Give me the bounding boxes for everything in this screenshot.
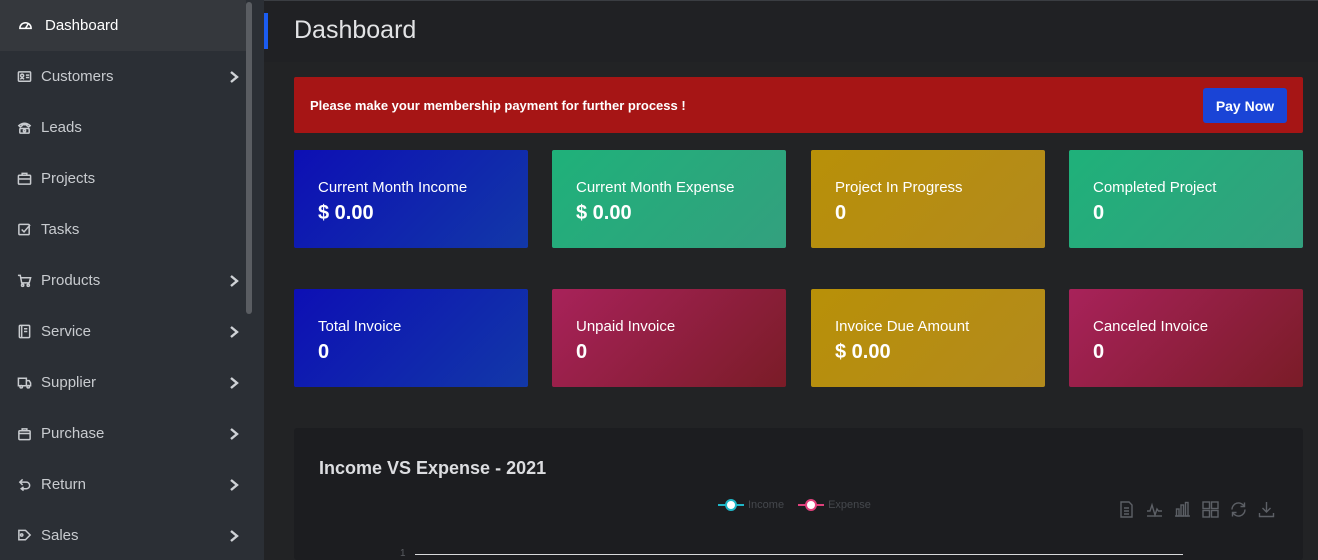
return-icon [16,477,32,493]
stat-value: 0 [576,341,588,363]
sidebar-item-purchase[interactable]: Purchase [0,408,246,459]
sidebar-item-label: Return [41,476,87,493]
stat-label: Canceled Invoice [1093,318,1209,335]
sidebar-item-label: Sales [41,527,79,544]
chevron-right-icon [229,427,239,441]
sidebar-item-label: Tasks [41,221,80,238]
stat-card-current-month-expense[interactable]: Current Month Expense $ 0.00 [552,150,786,248]
stat-card-invoice-due-amount[interactable]: Invoice Due Amount $ 0.00 [811,289,1045,387]
stat-value: $ 0.00 [318,202,374,224]
data-view-icon[interactable] [1117,500,1136,519]
sidebar-item-service[interactable]: Service [0,306,246,357]
bag-icon [16,426,32,442]
sidebar-item-label: Products [41,272,101,289]
page-header: Dashboard [264,0,1318,62]
chevron-right-icon [229,529,239,543]
chevron-right-icon [229,325,239,339]
cart-icon [16,273,32,289]
book-icon [16,324,32,340]
briefcase-icon [16,171,32,187]
checkbox-icon [16,222,32,238]
sidebar-item-products[interactable]: Products [0,255,246,306]
chart-legend: Income Expense [718,498,871,512]
stack-icon[interactable] [1201,500,1220,519]
stat-card-completed-project[interactable]: Completed Project 0 [1069,150,1303,248]
stat-value: 0 [1093,202,1105,224]
stat-value: 0 [1093,341,1105,363]
stat-label: Invoice Due Amount [835,318,970,335]
sidebar-item-projects[interactable]: Projects [0,153,246,204]
sidebar-item-sales[interactable]: Sales [0,510,246,560]
chart-title: Income VS Expense - 2021 [319,458,547,478]
bar-chart-icon[interactable] [1173,500,1192,519]
pay-now-button[interactable]: Pay Now [1203,88,1287,123]
sidebar-item-dashboard[interactable]: Dashboard [0,0,246,51]
sidebar-item-label: Purchase [41,425,105,442]
id-card-icon [16,69,32,85]
stat-label: Total Invoice [318,318,402,335]
chevron-right-icon [229,274,239,288]
stat-label: Current Month Income [318,179,468,196]
sales-icon [16,528,32,544]
sidebar-item-customers[interactable]: Customers [0,51,246,102]
legend-item-expense[interactable]: Expense [798,498,871,512]
restore-icon[interactable] [1229,500,1248,519]
alert-message: Please make your membership payment for … [310,98,686,113]
stat-card-total-invoice[interactable]: Total Invoice 0 [294,289,528,387]
legend-item-income[interactable]: Income [718,498,784,512]
stat-value: 0 [835,202,847,224]
legend-label: Income [748,499,785,511]
stat-card-canceled-invoice[interactable]: Canceled Invoice 0 [1069,289,1303,387]
sidebar: Dashboard Customers Leads Projects Tasks… [0,0,264,560]
chevron-right-icon [229,70,239,84]
sidebar-item-label: Dashboard [45,17,119,34]
sidebar-item-label: Customers [41,68,114,85]
sidebar-item-return[interactable]: Return [0,459,246,510]
sidebar-item-label: Service [41,323,92,340]
stat-card-unpaid-invoice[interactable]: Unpaid Invoice 0 [552,289,786,387]
dashboard-icon [17,18,33,34]
sidebar-item-label: Leads [41,119,82,136]
sidebar-scrollbar[interactable] [246,2,252,314]
app-root: Dashboard Customers Leads Projects Tasks… [0,0,1318,560]
phone-icon [16,120,32,136]
income-expense-chart-panel: Income VS Expense - 2021 Income Expense [294,428,1303,560]
page-title: Dashboard [294,16,417,44]
chart-toolbox [1117,500,1276,519]
truck-icon [16,375,32,391]
sidebar-item-label: Projects [41,170,96,187]
stat-label: Current Month Expense [576,179,735,196]
header-accent-bar [264,13,268,49]
legend-income-marker [718,498,744,512]
stat-value: $ 0.00 [576,202,632,224]
stat-label: Completed Project [1093,179,1217,196]
membership-alert: Please make your membership payment for … [294,77,1303,133]
stat-label: Project In Progress [835,179,963,196]
chart-axis-line [415,554,1183,555]
line-chart-icon[interactable] [1145,500,1164,519]
sidebar-item-leads[interactable]: Leads [0,102,246,153]
stat-value: 0 [318,341,330,363]
stat-card-current-month-income[interactable]: Current Month Income $ 0.00 [294,150,528,248]
sidebar-item-supplier[interactable]: Supplier [0,357,246,408]
sidebar-item-label: Supplier [41,374,97,391]
legend-label: Expense [828,499,871,511]
sidebar-item-tasks[interactable]: Tasks [0,204,246,255]
stat-label: Unpaid Invoice [576,318,676,335]
chevron-right-icon [229,478,239,492]
y-axis-tick: 1 [400,548,406,559]
stat-value: $ 0.00 [835,341,891,363]
download-icon[interactable] [1257,500,1276,519]
chevron-right-icon [229,376,239,390]
stat-card-project-in-progress[interactable]: Project In Progress 0 [811,150,1045,248]
legend-expense-marker [798,498,825,512]
